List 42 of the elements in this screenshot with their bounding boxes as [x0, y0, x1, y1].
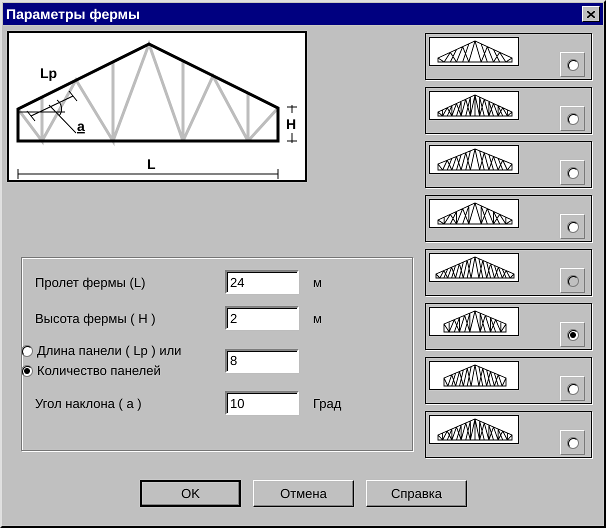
dialog-button[interactable]: Справка	[366, 480, 467, 507]
dialog-button[interactable]: Отмена	[253, 480, 354, 507]
radio-button[interactable]	[566, 112, 578, 124]
radio-label: Длина панели ( Lp ) или	[37, 343, 182, 358]
radio-button[interactable]	[566, 382, 578, 394]
angle-marker	[18, 100, 76, 134]
dimension-label: Lp	[40, 65, 58, 81]
input-field[interactable]: 24	[225, 270, 299, 294]
radio-button[interactable]	[566, 436, 578, 448]
truss-icon	[429, 199, 519, 228]
radio-button[interactable]	[566, 220, 578, 232]
unit-label: м	[313, 274, 322, 290]
truss-icon	[429, 415, 519, 444]
radio-button[interactable]	[566, 328, 578, 340]
field-label: Угол наклона ( a )	[35, 396, 143, 410]
dimension-label: L	[147, 156, 156, 172]
dialog-button[interactable]: OK	[140, 480, 241, 507]
radio-button[interactable]	[21, 344, 33, 356]
truss-icon	[429, 91, 519, 120]
radio-label: Количество панелей	[37, 363, 161, 378]
unit-label: Град	[313, 396, 342, 410]
truss-icon	[429, 361, 519, 390]
input-field[interactable]: 8	[225, 348, 299, 372]
input-field[interactable]: 10	[225, 391, 299, 415]
dimension-label: H	[286, 116, 296, 132]
radio-button[interactable]	[566, 58, 578, 70]
window-title: Параметры фермы	[6, 6, 140, 22]
angle-label: a	[77, 118, 85, 134]
field-label: Высота фермы ( H )	[35, 310, 157, 326]
close-button[interactable]	[582, 6, 600, 22]
truss-icon	[429, 253, 519, 282]
truss-icon	[429, 145, 519, 174]
close-icon	[587, 10, 595, 18]
truss-icon	[429, 307, 519, 336]
truss-icon	[429, 37, 519, 66]
unit-label: м	[313, 310, 322, 326]
input-field[interactable]: 2	[225, 306, 299, 330]
dimension-line	[286, 104, 298, 144]
radio-button[interactable]	[566, 166, 578, 178]
field-label: Пролет фермы (L)	[35, 274, 146, 290]
dimension-line	[26, 90, 78, 122]
radio-button[interactable]	[21, 364, 33, 376]
